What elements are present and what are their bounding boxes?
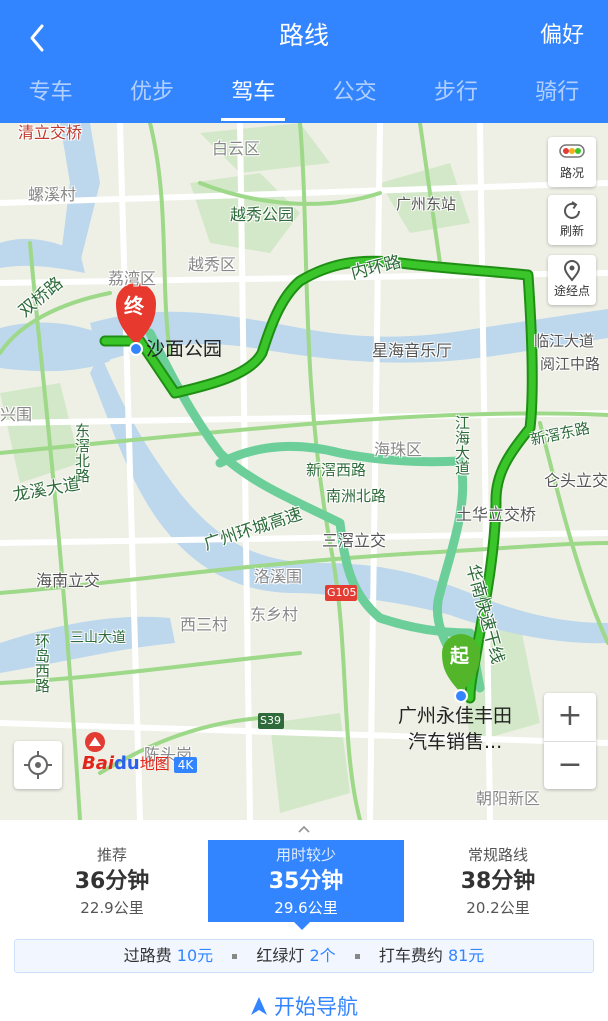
map-label-xinghai: 星海音乐厅 [372,341,453,360]
traffic-light-icon [548,137,596,165]
map-label-jianghai: 江海大道 [453,415,471,475]
zoom-out-button[interactable]: − [544,741,596,789]
logo-du: du [114,753,140,774]
map-label-luoxi-village: 螺溪村 [28,185,77,204]
route-option-regular[interactable]: 常规路线 38分钟 20.2公里 [400,840,596,922]
map-label-baiyun: 白云区 [212,139,261,158]
logo-4k-badge: 4K [173,757,198,773]
g105-shield: G105 [327,586,357,599]
route-options: 推荐 36分钟 22.9公里 用时较少 35分钟 29.6公里 常规路线 38分… [0,840,608,922]
map-label-qingli: 清立交桥 [18,123,83,142]
route-tag: 推荐 [96,846,127,864]
route-time: 38分钟 [460,869,536,894]
map-label-chaoyang: 朝阳新区 [476,789,541,808]
selected-route-pointer [294,922,310,930]
separator-dot [354,954,360,959]
toll-label: 过路费 [123,946,172,965]
s39-shield: S39 [260,714,281,727]
route-time: 35分钟 [268,869,344,894]
map-label-linjiang: 临江大道 [534,332,595,350]
start-poi-label: 广州永佳丰田 汽车销售... [398,703,512,755]
start-poi-line-1: 广州永佳丰田 [398,705,513,727]
map-label-xingwei: 兴围 [0,405,33,424]
logo-bai: Bai [82,753,115,774]
header-bar: 路线 偏好 专车 优步 驾车 公交 步行 骑行 [0,0,608,123]
map-label-hainan: 海南立交 [36,571,101,590]
road-work-icon [85,732,105,752]
toll-value: 10元 [176,946,214,965]
start-navigation-label: 开始导航 [274,995,358,1019]
route-tag: 常规路线 [467,846,528,864]
map-label-dongxiang: 东乡村 [250,605,299,624]
waypoint-label: 途经点 [553,284,590,298]
chevron-up-icon[interactable] [296,824,312,834]
end-marker-label: 终 [124,294,144,318]
route-panel: 推荐 36分钟 22.9公里 用时较少 35分钟 29.6公里 常规路线 38分… [0,820,608,1021]
navigation-arrow-icon [251,997,267,1015]
zoom-in-button[interactable]: + [544,693,596,741]
map-label-haizhu: 海珠区 [374,440,423,459]
map-label-xinjiao-west: 新滘西路 [306,461,367,479]
map-label-guangzhou-east: 广州东站 [396,195,457,213]
my-location-button[interactable] [14,741,62,789]
baidu-map-logo: Baidu地图 4K [82,732,198,789]
route-map[interactable]: 终 起 G105 S39 白云区 越秀公园 广州东站 越秀区 荔湾区 内环路 沙… [0,123,608,820]
transport-tabs: 专车 优步 驾车 公交 步行 骑行 [0,72,608,123]
tab-transit[interactable]: 公交 [304,72,405,123]
crosshair-icon [24,751,52,779]
map-label-yuejiang: 阅江中路 [540,355,601,373]
route-distance: 22.9公里 [80,899,144,917]
start-poi-line-2: 汽车销售... [408,731,503,753]
refresh-icon [548,195,596,223]
map-label-yuexiu: 越秀区 [188,255,237,274]
map-label-tuhua: 土华立交桥 [456,505,537,524]
location-pin-icon [548,255,596,283]
route-distance: 20.2公里 [466,899,530,917]
route-tag: 用时较少 [275,846,336,864]
logo-ditu: 地图 [139,755,170,773]
route-time: 36分钟 [74,869,150,894]
map-label-luoxi: 洛溪围 [254,567,303,586]
waypoint-button[interactable]: 途经点 [548,255,596,305]
preference-button[interactable]: 偏好 [540,18,584,54]
lights-label: 红绿灯 [256,946,305,965]
route-option-recommended[interactable]: 推荐 36分钟 22.9公里 [14,840,210,922]
tab-walk[interactable]: 步行 [405,72,506,123]
route-option-fastest[interactable]: 用时较少 35分钟 29.6公里 [208,840,404,922]
tab-bike[interactable]: 骑行 [507,72,608,123]
traffic-label: 路况 [559,166,584,180]
taxi-label: 打车费约 [378,946,443,965]
tab-premier[interactable]: 专车 [0,72,101,123]
lights-value: 2个 [309,946,336,965]
map-label-shamian: 沙面公园 [146,338,223,360]
map-label-sanshan: 三山大道 [70,630,126,646]
start-navigation-button[interactable]: 开始导航 [0,992,608,1021]
map-label-sanxi: 三滘立交 [322,531,387,550]
tab-uber[interactable]: 优步 [101,72,202,123]
map-label-liwan: 荔湾区 [108,269,157,288]
refresh-label: 刷新 [559,224,584,238]
traffic-toggle-button[interactable]: 路况 [548,137,596,187]
tab-drive[interactable]: 驾车 [203,72,304,123]
map-label-huandao: 环岛西路 [33,633,51,693]
zoom-control: + − [544,693,596,789]
route-distance: 29.6公里 [274,899,338,917]
map-label-dongjiao: 东滘北路 [73,423,91,483]
map-label-xisan: 西三村 [180,615,229,634]
page-title: 路线 [278,21,329,50]
refresh-button[interactable]: 刷新 [548,195,596,245]
map-label-lun-tou: 仑头立交 [544,471,608,490]
taxi-value: 81元 [447,946,485,965]
map-label-yuexiu-park: 越秀公园 [230,205,295,224]
start-marker-label: 起 [450,645,470,667]
route-info-bar: 过路费 10元 红绿灯 2个 打车费约 81元 [14,939,594,973]
separator-dot [232,954,238,959]
map-label-nanzhou: 南洲北路 [326,487,387,505]
